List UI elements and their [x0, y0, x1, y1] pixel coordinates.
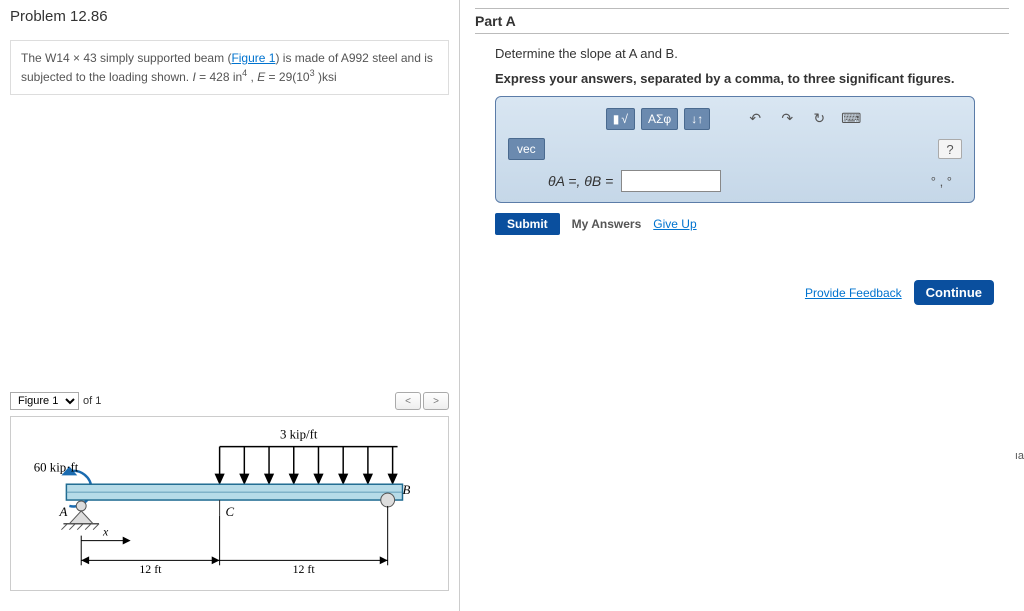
figure-of-label: of 1 — [83, 395, 101, 407]
I-val: = 428 in — [196, 70, 242, 84]
greek-button[interactable]: ΑΣφ — [641, 108, 678, 130]
point-A: A — [58, 505, 67, 519]
redo-button[interactable]: ↷ — [774, 107, 800, 130]
figure-prev-button[interactable]: < — [395, 392, 421, 410]
template-button[interactable]: ▮√ — [606, 108, 635, 130]
answer-input-row: θA =, θB = ° , ° — [508, 170, 962, 192]
part-subtitle: Determine the slope at A and B. — [495, 46, 1009, 61]
sort-button[interactable]: ↓↑ — [684, 108, 710, 130]
left-panel: Problem 12.86 The W14 × 43 simply suppor… — [0, 0, 460, 611]
keyboard-button[interactable]: ⌨ — [838, 107, 864, 130]
theta-label: θA =, θB = — [548, 173, 613, 189]
help-button[interactable]: ? — [938, 139, 962, 159]
vec-button[interactable]: vec — [508, 138, 545, 160]
right-panel: Part A Determine the slope at A and B. E… — [460, 0, 1024, 611]
E-val: = 29(10 — [265, 70, 309, 84]
submit-row: Submit My Answers Give Up — [495, 213, 1009, 235]
problem-statement: The W14 × 43 simply supported beam (Figu… — [10, 40, 449, 95]
submit-button[interactable]: Submit — [495, 213, 560, 235]
figure-header: Figure 1 of 1 < > — [10, 392, 449, 410]
edge-fragment: ıa — [1015, 450, 1024, 462]
feedback-link[interactable]: Provide Feedback — [805, 286, 902, 300]
dist-load-label: 3 kip/ft — [280, 428, 318, 442]
answer-input[interactable] — [621, 170, 721, 192]
bottom-actions: Provide Feedback Continue — [805, 280, 994, 305]
part-title: Part A — [475, 13, 1009, 29]
problem-text-pre: The W14 × 43 simply supported beam ( — [21, 51, 231, 65]
continue-button[interactable]: Continue — [914, 280, 994, 305]
answer-box: ▮√ ΑΣφ ↓↑ ↶ ↷ ↻ ⌨ vec ? θA =, θB = ° , ° — [495, 96, 975, 203]
span1: 12 ft — [139, 562, 162, 576]
point-C: C — [226, 505, 235, 519]
reset-button[interactable]: ↻ — [806, 107, 832, 130]
x-label: x — [102, 525, 109, 539]
figure-next-button[interactable]: > — [423, 392, 449, 410]
undo-button[interactable]: ↶ — [742, 107, 768, 130]
figure-link[interactable]: Figure 1 — [231, 51, 275, 65]
giveup-link[interactable]: Give Up — [653, 217, 696, 231]
comma: , — [247, 70, 257, 84]
figure-select[interactable]: Figure 1 — [10, 392, 79, 410]
part-header: Part A — [475, 8, 1009, 34]
problem-title: Problem 12.86 — [10, 8, 449, 25]
span2: 12 ft — [293, 562, 316, 576]
frac-icon: ▮ — [613, 112, 620, 126]
my-answers-label: My Answers — [572, 217, 642, 231]
E-unit: )ksi — [315, 70, 337, 84]
figure-image: 3 kip/ft 60 kip·ft A B — [10, 416, 449, 591]
units-label: ° , ° — [931, 174, 952, 189]
part-instruction: Express your answers, separated by a com… — [495, 71, 1009, 86]
format-toolbar: ▮√ ΑΣφ ↓↑ ↶ ↷ ↻ ⌨ — [508, 107, 962, 130]
point-B: B — [403, 483, 411, 497]
figure-section: Figure 1 of 1 < > — [10, 392, 449, 591]
moment-label: 60 kip·ft — [34, 460, 79, 474]
sqrt-icon: √ — [621, 112, 628, 126]
